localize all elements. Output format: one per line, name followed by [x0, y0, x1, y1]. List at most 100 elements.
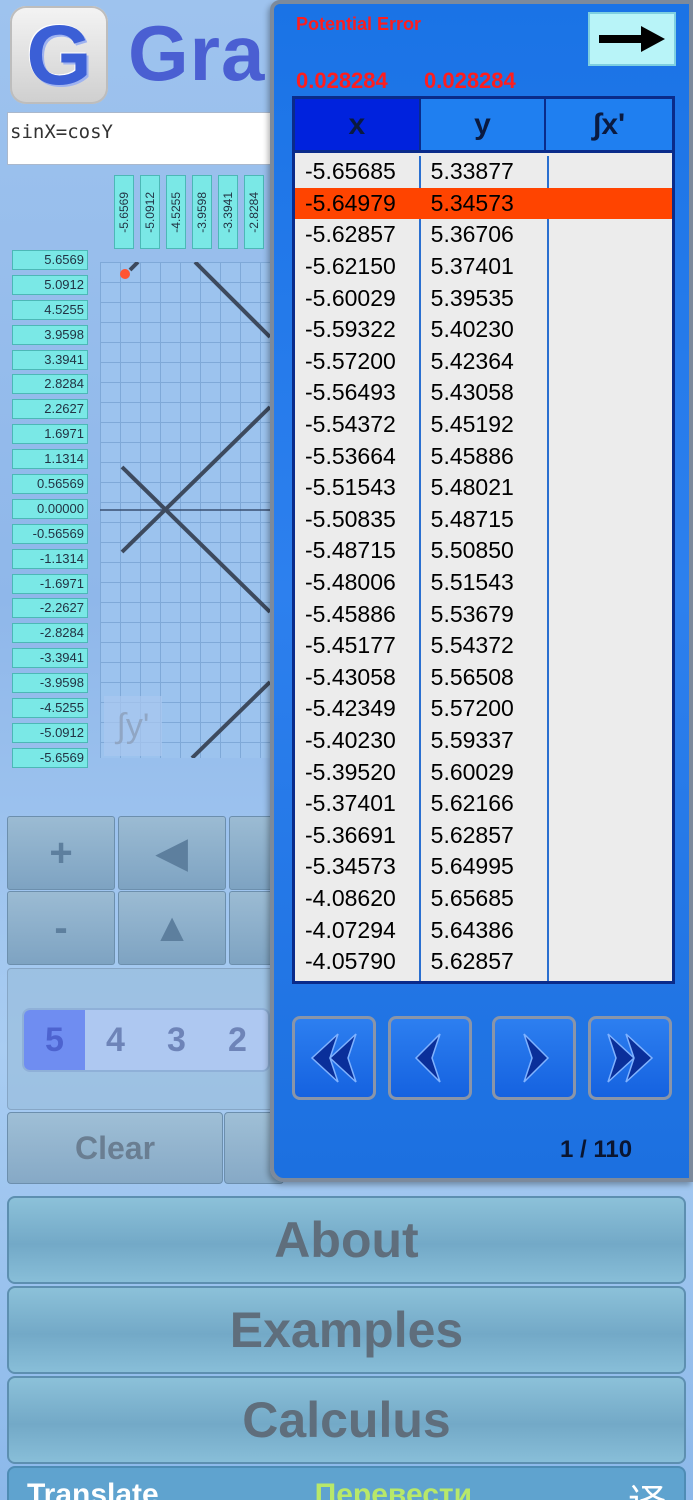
next-page-button[interactable] [492, 1016, 576, 1100]
clear-button[interactable]: Clear [7, 1112, 223, 1184]
cell-x: -5.56493 [305, 379, 396, 406]
close-panel-button[interactable] [588, 12, 676, 66]
cell-y: 5.62857 [430, 948, 514, 975]
cell-y: 5.48021 [430, 474, 514, 501]
zoom-out-button[interactable]: - [7, 891, 115, 965]
cell-y: 5.59337 [430, 726, 514, 753]
table-row[interactable]: -5.40230 5.59337 [295, 725, 672, 757]
cell-x: -5.62150 [305, 253, 396, 280]
cell-y: 5.34573 [430, 189, 514, 216]
table-row[interactable]: -5.54372 5.45192 [295, 409, 672, 441]
cell-y: 5.50850 [430, 537, 514, 564]
table-row[interactable]: -5.56493 5.43058 [295, 377, 672, 409]
y-tick: 3.3941 [12, 349, 88, 370]
values-table: x y ∫x' -5.65685 5.33877 -5.64979 5.34573 -5… [292, 96, 675, 984]
table-row[interactable]: -5.57200 5.42364 [295, 346, 672, 378]
cell-x: -5.48006 [305, 569, 396, 596]
x-tick: -3.3941 [218, 175, 238, 249]
cell-x: -5.64979 [305, 189, 396, 216]
x-tick: -5.6569 [114, 175, 134, 249]
table-row[interactable]: -5.64979 5.34573 [295, 187, 672, 220]
table-body: -5.65685 5.33877 -5.64979 5.34573 -5.62857 5.… [295, 156, 672, 977]
table-row[interactable]: -5.65685 5.33877 [295, 156, 672, 188]
y-tick: -0.56569 [12, 523, 88, 544]
y-tick: -2.2627 [12, 598, 88, 619]
precision-option[interactable]: 5 [24, 1010, 85, 1070]
x-tick: -5.0912 [140, 175, 160, 249]
translate-label-en: Translate [27, 1478, 159, 1500]
y-tick: -1.1314 [12, 548, 88, 569]
values-panel: Potential Error 0.028284 0.028284 x y ∫x… [270, 0, 693, 1182]
last-page-button[interactable] [588, 1016, 672, 1100]
cell-y: 5.40230 [430, 316, 514, 343]
table-row[interactable]: -5.48715 5.50850 [295, 535, 672, 567]
cell-x: -5.39520 [305, 758, 396, 785]
about-button[interactable]: About [7, 1196, 686, 1284]
table-row[interactable]: -5.48006 5.51543 [295, 567, 672, 599]
table-row[interactable]: -5.51543 5.48021 [295, 472, 672, 504]
precision-option[interactable]: 2 [207, 1010, 268, 1070]
pan-up-button[interactable]: ▲ [118, 891, 226, 965]
table-row[interactable]: -5.37401 5.62166 [295, 788, 672, 820]
table-row[interactable]: -5.42349 5.57200 [295, 693, 672, 725]
cell-y: 5.45192 [430, 411, 514, 438]
examples-button[interactable]: Examples [7, 1286, 686, 1374]
cell-x: -5.45177 [305, 632, 396, 659]
table-row[interactable]: -5.59322 5.40230 [295, 314, 672, 346]
logo-letter: G [26, 7, 92, 102]
table-row[interactable]: -4.08620 5.65685 [295, 883, 672, 915]
precision-option[interactable]: 3 [146, 1010, 207, 1070]
y-axis-ticks: 5.6569 5.0912 4.5255 3.9598 3.3941 2.828… [12, 250, 88, 773]
translate-label-zh: 译 [628, 1472, 666, 1500]
cell-y: 5.53679 [430, 600, 514, 627]
table-row[interactable]: -5.45177 5.54372 [295, 630, 672, 662]
cell-y: 5.43058 [430, 379, 514, 406]
zoom-in-button[interactable]: + [7, 816, 115, 890]
table-row[interactable]: -5.43058 5.56508 [295, 662, 672, 694]
cell-y: 5.42364 [430, 347, 514, 374]
y-tick: 0.56569 [12, 474, 88, 495]
first-page-button[interactable] [292, 1016, 376, 1100]
previous-page-button[interactable] [388, 1016, 472, 1100]
x-tick: -2.8284 [244, 175, 264, 249]
pan-left-button[interactable]: ◀ [118, 816, 226, 890]
graph-canvas[interactable] [100, 262, 275, 758]
cell-y: 5.64386 [430, 916, 514, 943]
translate-bar[interactable]: Translate Перевести 译 [7, 1466, 686, 1500]
precision-option[interactable]: 4 [85, 1010, 146, 1070]
table-header: x y ∫x' [295, 99, 672, 153]
cell-x: -5.50835 [305, 505, 396, 532]
y-tick: -5.6569 [12, 747, 88, 768]
y-tick: 3.9598 [12, 324, 88, 345]
cell-x: -5.40230 [305, 726, 396, 753]
y-tick: 2.8284 [12, 374, 88, 395]
y-tick: -1.6971 [12, 573, 88, 594]
precision-selector: 5 4 3 2 [22, 1008, 270, 1072]
cell-y: 5.62857 [430, 821, 514, 848]
table-row[interactable]: -5.36691 5.62857 [295, 819, 672, 851]
equation-input[interactable]: sinX=cosY [7, 112, 277, 165]
table-row[interactable]: -4.05790 5.62857 [295, 946, 672, 978]
table-row[interactable]: -4.07294 5.64386 [295, 914, 672, 946]
table-row[interactable]: -5.45886 5.53679 [295, 598, 672, 630]
table-row[interactable]: -5.34573 5.64995 [295, 851, 672, 883]
table-row[interactable]: -5.53664 5.45886 [295, 440, 672, 472]
table-row[interactable]: -5.39520 5.60029 [295, 756, 672, 788]
y-tick: 4.5255 [12, 299, 88, 320]
table-row[interactable]: -5.50835 5.48715 [295, 504, 672, 536]
integral-y-button[interactable]: ∫y' [104, 696, 162, 756]
table-row[interactable]: -5.60029 5.39535 [295, 282, 672, 314]
column-header-x: x [295, 99, 421, 150]
cell-x: -4.08620 [305, 884, 396, 911]
y-tick: 0.00000 [12, 498, 88, 519]
y-tick: 5.0912 [12, 274, 88, 295]
cell-y: 5.51543 [430, 569, 514, 596]
chevron-right-icon [523, 1033, 550, 1083]
cell-y: 5.36706 [430, 221, 514, 248]
curve-segment [128, 262, 140, 272]
cell-y: 5.39535 [430, 284, 514, 311]
table-row[interactable]: -5.62857 5.36706 [295, 219, 672, 251]
table-row[interactable]: -5.62150 5.37401 [295, 251, 672, 283]
calculus-button[interactable]: Calculus [7, 1376, 686, 1464]
cell-x: -5.37401 [305, 790, 396, 817]
